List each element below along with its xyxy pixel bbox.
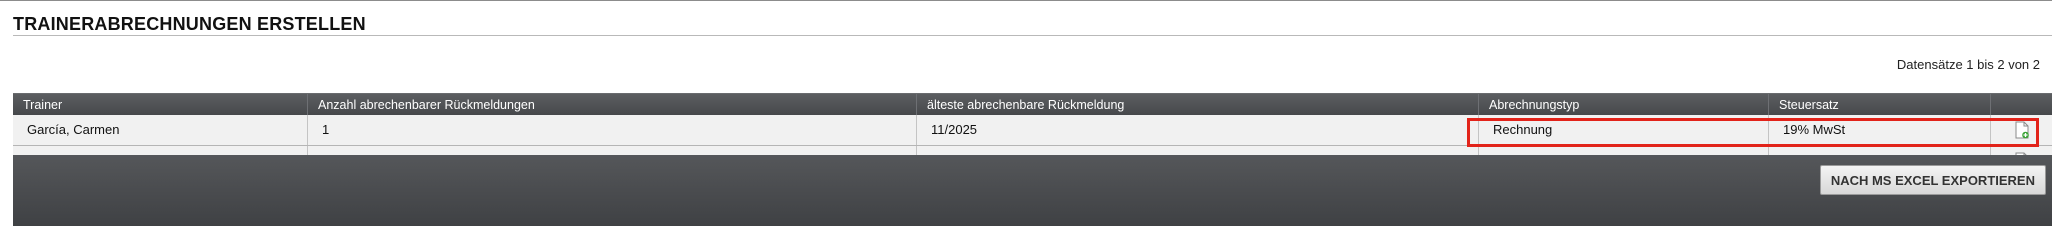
- document-add-icon[interactable]: [2015, 121, 2029, 139]
- trainer-billing-table: Trainer Anzahl abrechenbarer Rückmeldung…: [13, 93, 2052, 226]
- top-divider: [0, 0, 2052, 1]
- table-row: García, Carmen 1 11/2025 Rechnung 19% Mw…: [13, 115, 2052, 146]
- column-header-actions: [1991, 94, 2052, 116]
- column-header-steuersatz[interactable]: Steuersatz: [1769, 94, 1991, 116]
- column-header-anzahl[interactable]: Anzahl abrechenbarer Rückmeldungen: [308, 94, 917, 116]
- table-footer: NACH MS EXCEL EXPORTIEREN: [13, 155, 2052, 226]
- column-header-trainer[interactable]: Trainer: [13, 94, 308, 116]
- export-excel-button[interactable]: NACH MS EXCEL EXPORTIEREN: [1819, 165, 2046, 195]
- page-title: TRAINERABRECHNUNGEN ERSTELLEN: [13, 14, 366, 34]
- cell-aelteste: 11/2025: [917, 115, 1479, 145]
- cell-action: [1991, 115, 2052, 145]
- table-header-row: Trainer Anzahl abrechenbarer Rückmeldung…: [13, 93, 2052, 116]
- cell-trainer: García, Carmen: [13, 115, 308, 145]
- column-header-abrechnungstyp[interactable]: Abrechnungstyp: [1479, 94, 1769, 116]
- cell-steuersatz: 19% MwSt: [1769, 115, 1991, 145]
- column-header-aelteste[interactable]: älteste abrechenbare Rückmeldung: [917, 94, 1479, 116]
- cell-anzahl: 1: [308, 115, 917, 145]
- cell-abrechnungstyp: Rechnung: [1479, 115, 1769, 145]
- record-count: Datensätze 1 bis 2 von 2: [1896, 57, 2040, 72]
- title-divider: [13, 35, 2052, 36]
